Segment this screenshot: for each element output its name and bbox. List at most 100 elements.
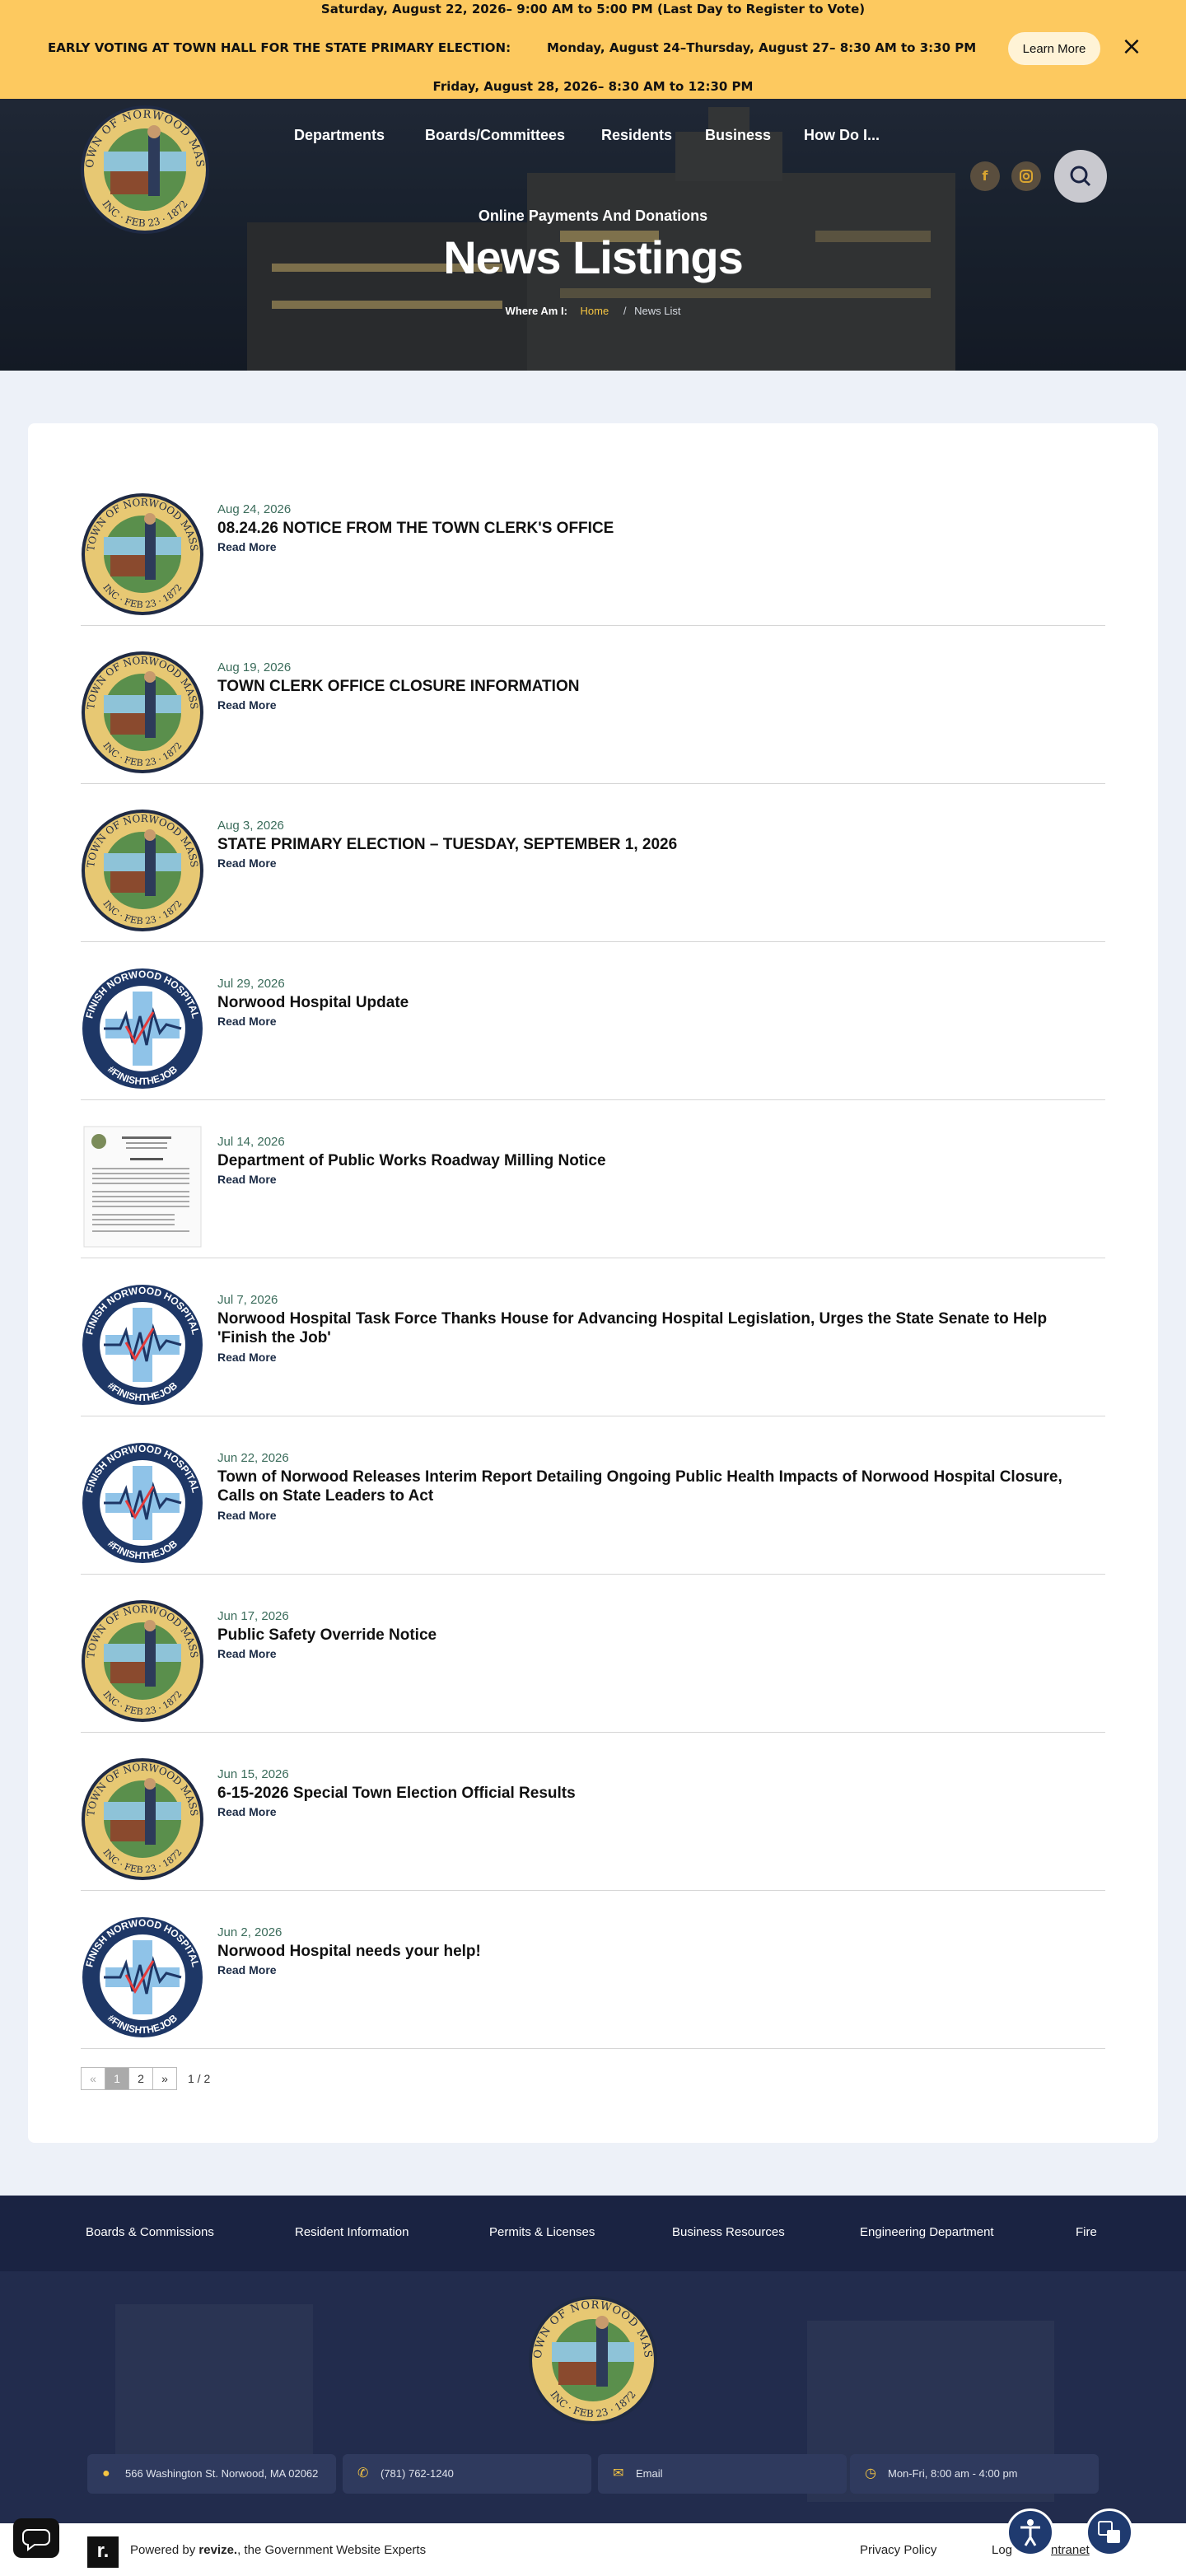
- read-more-link[interactable]: Read More: [217, 1173, 277, 1186]
- footer-hours: ◷ Mon-Fri, 8:00 am - 4:00 pm: [850, 2454, 1099, 2494]
- chat-bubble-icon: [22, 2529, 50, 2551]
- news-title-link[interactable]: 6-15-2026 Special Town Election Official…: [217, 1784, 1090, 1803]
- footer-link-boards[interactable]: Boards & Commissions: [86, 2225, 214, 2239]
- footer-link-business[interactable]: Business Resources: [672, 2225, 785, 2239]
- nav-residents[interactable]: Residents: [601, 127, 672, 148]
- footer-address[interactable]: ● 566 Washington St. Norwood, MA 02062: [87, 2454, 336, 2494]
- privacy-policy-link[interactable]: Privacy Policy: [860, 2543, 936, 2557]
- read-more-link[interactable]: Read More: [217, 856, 277, 870]
- translate-icon: [1098, 2521, 1120, 2543]
- news-thumbnail-seal[interactable]: TOWN OF NORWOOD MASS INC · FEB 23 · 1872: [81, 809, 204, 932]
- accessibility-button[interactable]: [1006, 2508, 1054, 2556]
- breadcrumb-home-link[interactable]: Home: [581, 305, 609, 317]
- news-date: Aug 19, 2026: [217, 660, 292, 674]
- pagination-page-2[interactable]: 2: [128, 2067, 153, 2090]
- nav-boards-committees[interactable]: Boards/Committees: [425, 127, 565, 148]
- read-more-link[interactable]: Read More: [217, 698, 277, 712]
- search-button[interactable]: [1054, 150, 1107, 203]
- footer-email-text: Email: [636, 2467, 663, 2480]
- nav-how-do-i[interactable]: How Do I...: [804, 127, 880, 148]
- news-date: Jul 7, 2026: [217, 1293, 278, 1307]
- read-more-link[interactable]: Read More: [217, 1805, 277, 1818]
- news-thumbnail-seal[interactable]: TOWN OF NORWOOD MASS INC · FEB 23 · 1872: [81, 1599, 204, 1723]
- powered-pre: Powered by: [130, 2543, 199, 2557]
- phone-icon: ✆: [357, 2466, 369, 2480]
- news-thumbnail-hospital[interactable]: FINISH NORWOOD HOSPITAL #FINISHTHEJOB: [81, 1916, 204, 2039]
- alert-banner: Saturday, August 22, 2026– 9:00 AM to 5:…: [0, 0, 1186, 99]
- read-more-link[interactable]: Read More: [217, 1351, 277, 1364]
- news-item: TOWN OF NORWOOD MASS INC · FEB 23 · 1872…: [81, 1733, 1105, 1891]
- footer-main: TOWN OF NORWOOD MASS INC · FEB 23 · 1872…: [0, 2271, 1186, 2523]
- news-title-link[interactable]: STATE PRIMARY ELECTION – TUESDAY, SEPTEM…: [217, 835, 1090, 854]
- footer-link-engineering[interactable]: Engineering Department: [860, 2225, 994, 2239]
- revize-logo[interactable]: r.: [87, 2536, 119, 2568]
- breadcrumb-current: News List: [634, 305, 681, 317]
- read-more-link[interactable]: Read More: [217, 1963, 277, 1976]
- breadcrumb-separator: /: [623, 305, 627, 317]
- read-more-link[interactable]: Read More: [217, 540, 277, 553]
- clock-icon: ◷: [865, 2466, 876, 2480]
- page-title: News Listings: [443, 231, 744, 283]
- footer-email[interactable]: ✉ Email: [598, 2454, 847, 2494]
- powered-post: , the Government Website Experts: [237, 2543, 427, 2557]
- pagination-info: 1 / 2: [188, 2072, 211, 2085]
- news-thumbnail-hospital[interactable]: FINISH NORWOOD HOSPITAL #FINISHTHEJOB: [81, 967, 204, 1090]
- alert-title: EARLY VOTING AT TOWN HALL FOR THE STATE …: [48, 40, 511, 55]
- read-more-link[interactable]: Read More: [217, 1647, 277, 1660]
- news-thumbnail-document[interactable]: [81, 1125, 204, 1248]
- news-title-link[interactable]: 08.24.26 NOTICE FROM THE TOWN CLERK'S OF…: [217, 519, 1090, 538]
- news-date: Jun 17, 2026: [217, 1609, 289, 1623]
- pagination-next[interactable]: »: [152, 2067, 177, 2090]
- close-alert-icon[interactable]: ×: [1120, 35, 1143, 59]
- envelope-icon: ✉: [613, 2466, 624, 2480]
- pagination-page-1[interactable]: 1: [105, 2067, 129, 2090]
- news-thumbnail-seal[interactable]: TOWN OF NORWOOD MASS INC · FEB 23 · 1872: [81, 1757, 204, 1881]
- read-more-link[interactable]: Read More: [217, 1015, 277, 1028]
- footer-link-fire[interactable]: Fire: [1076, 2225, 1097, 2239]
- news-date: Jul 29, 2026: [217, 977, 285, 991]
- footer-phone[interactable]: ✆ (781) 762-1240: [343, 2454, 591, 2494]
- footer-link-resident-info[interactable]: Resident Information: [295, 2225, 409, 2239]
- footer-phone-text: (781) 762-1240: [381, 2467, 454, 2480]
- news-thumbnail-hospital[interactable]: FINISH NORWOOD HOSPITAL #FINISHTHEJOB: [81, 1441, 204, 1565]
- news-item: Jul 14, 2026 Department of Public Works R…: [81, 1100, 1105, 1258]
- news-thumbnail-hospital[interactable]: FINISH NORWOOD HOSPITAL #FINISHTHEJOB: [81, 1283, 204, 1407]
- news-date: Aug 24, 2026: [217, 502, 292, 516]
- learn-more-button[interactable]: Learn More: [1008, 32, 1100, 65]
- news-title-link[interactable]: TOWN CLERK OFFICE CLOSURE INFORMATION: [217, 677, 1090, 696]
- news-title-link[interactable]: Norwood Hospital Task Force Thanks House…: [217, 1309, 1090, 1347]
- news-thumbnail-seal[interactable]: TOWN OF NORWOOD MASS INC · FEB 23 · 1872: [81, 492, 204, 616]
- footer-town-seal-logo[interactable]: TOWN OF NORWOOD MASS INC · FEB 23 · 1872: [527, 2294, 659, 2426]
- footer-link-permits[interactable]: Permits & Licenses: [489, 2225, 595, 2239]
- translate-button[interactable]: [1086, 2508, 1133, 2556]
- news-item: FINISH NORWOOD HOSPITAL #FINISHTHEJOB Ju…: [81, 1258, 1105, 1416]
- pagination: « 1 2 » 1 / 2: [81, 2067, 210, 2090]
- news-title-link[interactable]: Department of Public Works Roadway Milli…: [217, 1151, 1090, 1170]
- news-item: TOWN OF NORWOOD MASS INC · FEB 23 · 1872…: [81, 626, 1105, 784]
- news-date: Jul 14, 2026: [217, 1135, 285, 1149]
- news-title-link[interactable]: Town of Norwood Releases Interim Report …: [217, 1468, 1090, 1505]
- news-title-link[interactable]: Norwood Hospital Update: [217, 993, 1090, 1012]
- facebook-icon[interactable]: f: [970, 161, 1000, 191]
- read-more-link[interactable]: Read More: [217, 1509, 277, 1522]
- news-item: FINISH NORWOOD HOSPITAL #FINISHTHEJOB Ju…: [81, 1891, 1105, 2049]
- news-item: TOWN OF NORWOOD MASS INC · FEB 23 · 1872…: [81, 468, 1105, 626]
- news-date: Jun 15, 2026: [217, 1767, 289, 1781]
- news-thumbnail-seal[interactable]: TOWN OF NORWOOD MASS INC · FEB 23 · 1872: [81, 651, 204, 774]
- news-item: TOWN OF NORWOOD MASS INC · FEB 23 · 1872…: [81, 784, 1105, 942]
- news-item: FINISH NORWOOD HOSPITAL #FINISHTHEJOB Ju…: [81, 1416, 1105, 1575]
- chat-button[interactable]: [13, 2518, 59, 2558]
- nav-business[interactable]: Business: [705, 127, 771, 148]
- instagram-icon[interactable]: [1011, 161, 1041, 191]
- accessibility-icon: [1020, 2519, 1040, 2546]
- nav-departments[interactable]: Departments: [294, 127, 385, 148]
- powered-brand-link[interactable]: revize.: [198, 2543, 237, 2557]
- intranet-link[interactable]: ntranet: [1051, 2543, 1090, 2557]
- location-pin-icon: ●: [102, 2466, 110, 2480]
- pagination-prev[interactable]: «: [81, 2067, 105, 2090]
- news-title-link[interactable]: Public Safety Override Notice: [217, 1626, 1090, 1645]
- news-title-link[interactable]: Norwood Hospital needs your help!: [217, 1942, 1090, 1961]
- powered-by-text: Powered by revize., the Government Websi…: [130, 2543, 426, 2557]
- hero-subtitle-link[interactable]: Online Payments And Donations: [0, 208, 1186, 225]
- footer-hours-text: Mon-Fri, 8:00 am - 4:00 pm: [888, 2467, 1018, 2480]
